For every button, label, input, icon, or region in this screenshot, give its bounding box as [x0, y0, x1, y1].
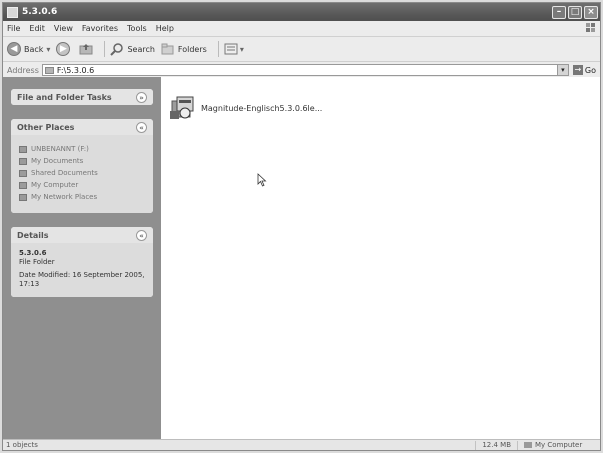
search-button[interactable]: Search [110, 42, 155, 56]
place-label: Shared Documents [31, 169, 98, 177]
panel-title: Other Places [17, 122, 75, 132]
place-my-computer[interactable]: My Computer [19, 181, 147, 189]
menu-tools[interactable]: Tools [127, 24, 147, 33]
title-bar[interactable]: 5.3.0.6 – □ × [3, 3, 600, 21]
menu-edit[interactable]: Edit [29, 24, 45, 33]
address-label: Address [7, 65, 39, 75]
mouse-cursor-icon [257, 173, 267, 187]
back-button[interactable]: ◀ Back ▾ [7, 42, 50, 56]
views-dropdown-icon: ▾ [239, 44, 244, 54]
place-network[interactable]: My Network Places [19, 193, 147, 201]
views-icon [224, 43, 238, 55]
status-size: 12.4 MB [475, 440, 517, 450]
menu-bar: File Edit View Favorites Tools Help [3, 21, 600, 37]
folders-label: Folders [177, 44, 207, 54]
minimize-button[interactable]: – [552, 5, 566, 19]
drive-icon [19, 145, 27, 153]
status-object-count: 1 objects [6, 441, 38, 449]
main-content: File and Folder Tasks » Other Places « U… [3, 77, 600, 439]
menu-favorites[interactable]: Favorites [82, 24, 118, 33]
collapse-chevron-icon[interactable]: « [136, 229, 147, 241]
menu-view[interactable]: View [54, 24, 73, 33]
details-header[interactable]: Details « [11, 227, 153, 243]
place-drive[interactable]: UNBENANNT (F:) [19, 145, 147, 153]
explorer-window: 5.3.0.6 – □ × File Edit View Favorites T… [2, 2, 601, 451]
search-icon [110, 43, 124, 56]
documents-folder-icon [19, 157, 27, 165]
place-label: UNBENANNT (F:) [31, 145, 89, 153]
folder-icon [44, 66, 54, 74]
address-path: F:\5.3.0.6 [56, 65, 95, 75]
address-dropdown-icon[interactable]: ▾ [556, 65, 568, 75]
place-label: My Computer [31, 181, 79, 189]
status-location: My Computer [517, 440, 600, 450]
menu-help[interactable]: Help [156, 24, 174, 33]
address-field[interactable]: F:\5.3.0.6 ▾ [41, 64, 569, 76]
shared-folder-icon [19, 169, 27, 177]
place-label: My Network Places [31, 193, 98, 201]
computer-icon [19, 181, 27, 189]
folder-up-icon [79, 44, 93, 55]
status-bar: 1 objects 12.4 MB My Computer [3, 439, 600, 450]
file-item[interactable]: Magnitude-Englisch5.3.0.6le... [169, 95, 322, 121]
folders-button[interactable]: Folders [161, 43, 207, 55]
window-title: 5.3.0.6 [22, 7, 58, 17]
folders-icon [161, 43, 174, 55]
back-label: Back [24, 44, 44, 54]
other-places-header[interactable]: Other Places « [11, 119, 153, 135]
search-label: Search [127, 44, 155, 54]
go-arrow-icon: → [572, 65, 583, 75]
file-list[interactable]: Magnitude-Englisch5.3.0.6le... [161, 77, 600, 439]
folder-icon [7, 6, 18, 18]
panel-title: File and Folder Tasks [17, 92, 112, 102]
close-button[interactable]: × [584, 5, 598, 19]
details-type: File Folder [19, 258, 55, 266]
back-arrow-icon: ◀ [7, 42, 21, 56]
views-button[interactable]: ▾ [224, 43, 244, 55]
status-location-label: My Computer [535, 441, 583, 449]
back-dropdown-icon[interactable]: ▾ [46, 45, 50, 54]
installer-icon [170, 96, 194, 119]
file-name: Magnitude-Englisch5.3.0.6le... [201, 103, 323, 113]
place-shared-documents[interactable]: Shared Documents [19, 169, 147, 177]
details-body: 5.3.0.6 File Folder Date Modified: 16 Se… [11, 243, 153, 297]
toolbar: ◀ Back ▾ ▶ Search Folders ▾ [3, 37, 600, 62]
expand-chevron-icon[interactable]: » [136, 91, 147, 103]
windows-logo-icon [586, 23, 595, 32]
other-places-panel: Other Places « UNBENANNT (F:) My Documen… [11, 119, 153, 213]
details-panel: Details « 5.3.0.6 File Folder Date Modif… [11, 227, 153, 297]
details-name: 5.3.0.6 [19, 249, 47, 257]
go-button[interactable]: → Go [572, 65, 596, 75]
other-places-list: UNBENANNT (F:) My Documents Shared Docum… [11, 135, 153, 213]
go-label: Go [584, 65, 596, 75]
maximize-button[interactable]: □ [568, 5, 582, 19]
toolbar-separator [104, 41, 106, 57]
file-folder-tasks-panel: File and Folder Tasks » [11, 89, 153, 105]
menu-file[interactable]: File [7, 24, 20, 33]
collapse-chevron-icon[interactable]: « [136, 121, 147, 133]
details-modified: Date Modified: 16 September 2005, 17:13 [19, 271, 145, 288]
forward-button[interactable]: ▶ [56, 42, 73, 56]
toolbar-separator [217, 41, 219, 57]
up-button[interactable] [79, 43, 93, 55]
forward-arrow-icon: ▶ [56, 42, 71, 56]
file-folder-tasks-header[interactable]: File and Folder Tasks » [11, 89, 153, 105]
panel-title: Details [17, 230, 49, 240]
computer-icon [524, 442, 532, 448]
task-pane: File and Folder Tasks » Other Places « U… [3, 77, 161, 439]
network-icon [19, 193, 27, 201]
place-label: My Documents [31, 157, 84, 165]
place-my-documents[interactable]: My Documents [19, 157, 147, 165]
